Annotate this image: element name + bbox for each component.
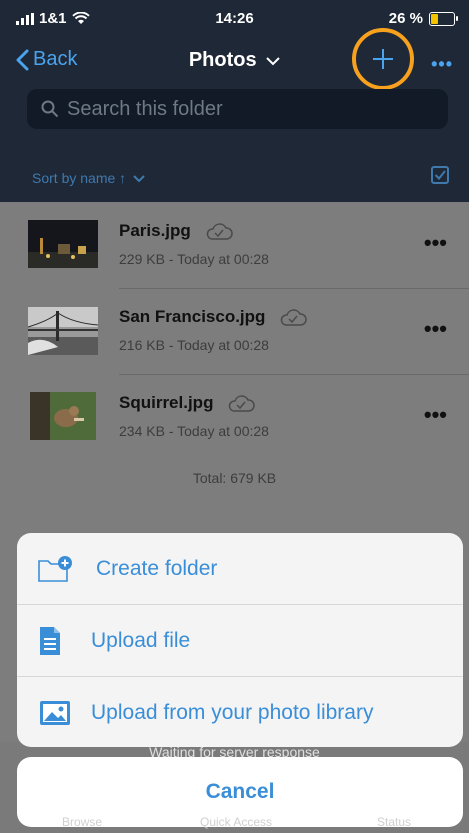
cloud-synced-icon: [228, 394, 255, 412]
search-field[interactable]: Search this folder: [27, 89, 448, 129]
file-thumbnail: [30, 392, 96, 440]
cloud-synced-icon: [280, 308, 307, 326]
action-sheet: Create folder Upload file Upload from yo…: [17, 533, 463, 747]
chevron-down-icon: [133, 175, 145, 183]
tab-browse[interactable]: Browse: [62, 815, 102, 829]
file-thumbnail: [28, 307, 98, 355]
file-more-button[interactable]: •••: [424, 402, 447, 428]
file-meta: 216 KB - Today at 00:28: [119, 337, 269, 353]
file-more-button[interactable]: •••: [424, 316, 447, 342]
document-icon: [40, 626, 60, 655]
file-meta: 234 KB - Today at 00:28: [119, 423, 269, 439]
file-name: San Francisco.jpg: [119, 307, 308, 327]
upload-file-label: Upload file: [91, 628, 191, 652]
chevron-down-icon: [266, 57, 280, 66]
upload-file-button[interactable]: Upload file: [17, 605, 463, 676]
upload-photo-label: Upload from your photo library: [91, 700, 374, 724]
file-name: Paris.jpg: [119, 221, 234, 241]
tab-bar: Browse Quick Access Status: [0, 813, 469, 833]
sort-label: Sort by name ↑: [32, 170, 127, 186]
create-folder-label: Create folder: [96, 556, 218, 580]
tab-quick-access[interactable]: Quick Access: [200, 815, 272, 829]
file-row[interactable]: Paris.jpg 229 KB - Today at 00:28 •••: [0, 202, 469, 288]
plus-icon: [373, 49, 393, 69]
navigation-bar: Back Photos •••: [0, 28, 469, 90]
search-icon: [41, 100, 59, 118]
cloud-synced-icon: [206, 222, 233, 240]
battery-indicator: 26 %: [388, 10, 458, 27]
battery-percent: 26 %: [388, 10, 423, 27]
sort-bar: Sort by name ↑: [0, 160, 469, 196]
tab-status[interactable]: Status: [377, 815, 411, 829]
folder-add-icon: [38, 555, 72, 582]
select-button[interactable]: [431, 166, 449, 187]
upload-photo-button[interactable]: Upload from your photo library: [17, 677, 463, 747]
search-placeholder: Search this folder: [67, 97, 223, 120]
file-row[interactable]: Squirrel.jpg 234 KB - Today at 00:28 •••: [0, 374, 469, 460]
battery-icon: [429, 11, 458, 26]
more-options-button[interactable]: •••: [431, 54, 453, 75]
add-button[interactable]: [352, 28, 414, 90]
file-meta: 229 KB - Today at 00:28: [119, 251, 269, 267]
photo-icon: [40, 700, 70, 725]
file-row[interactable]: San Francisco.jpg 216 KB - Today at 00:2…: [0, 288, 469, 374]
checkbox-icon: [431, 166, 449, 184]
file-thumbnail: [28, 220, 98, 268]
folder-total: Total: 679 KB: [192, 470, 277, 486]
sort-button[interactable]: Sort by name ↑: [32, 170, 145, 186]
folder-title-text: Photos: [188, 49, 257, 71]
file-more-button[interactable]: •••: [424, 230, 447, 256]
file-name: Squirrel.jpg: [119, 393, 256, 413]
create-folder-button[interactable]: Create folder: [17, 533, 463, 604]
